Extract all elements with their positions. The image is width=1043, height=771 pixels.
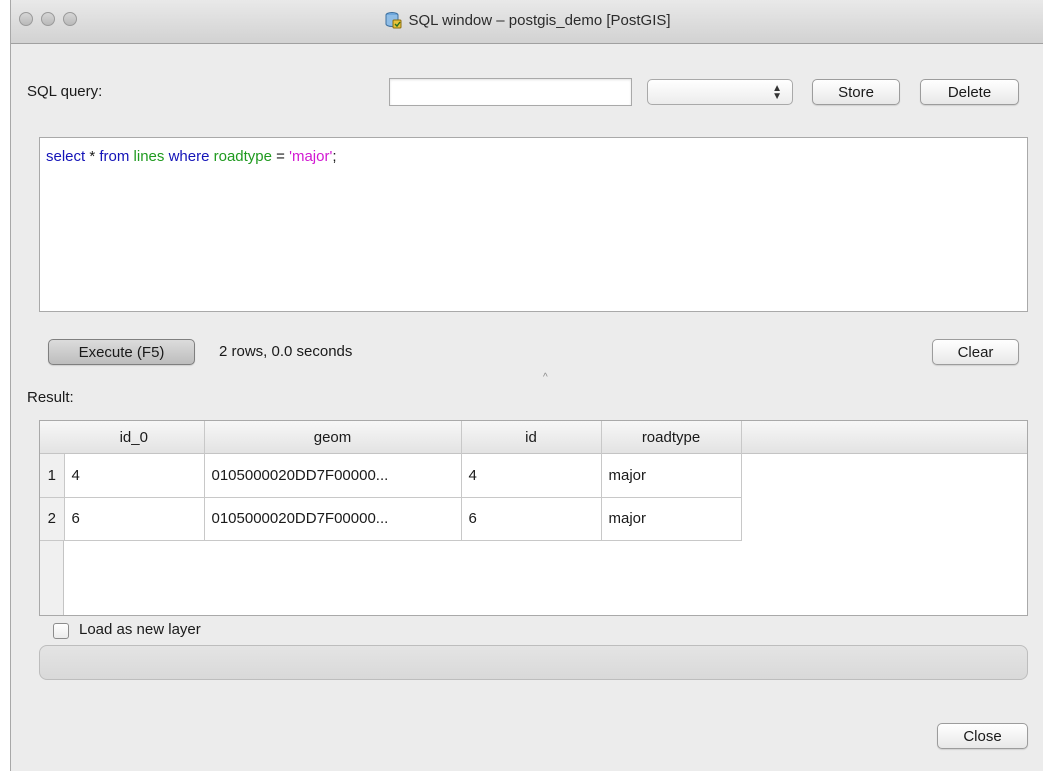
sql-token: ; (332, 148, 337, 165)
row-number[interactable]: 2 (40, 497, 65, 541)
results-grid: id_0 geom id roadtype 1 4 0105000020DD7F… (40, 421, 742, 541)
title-bar: SQL window – postgis_demo [PostGIS] (11, 0, 1043, 44)
row-number[interactable]: 1 (40, 454, 65, 498)
corner-cell (40, 421, 64, 454)
sql-token: where (168, 148, 210, 165)
result-label: Result: (27, 389, 74, 406)
execute-button[interactable]: Execute (F5) (48, 339, 195, 365)
column-header[interactable]: geom (204, 421, 462, 454)
store-button[interactable]: Store (812, 79, 900, 105)
sql-token: 'major' (289, 148, 333, 165)
execution-status: 2 rows, 0.0 seconds (219, 343, 353, 360)
clear-button[interactable]: Clear (932, 339, 1019, 365)
stored-queries-select[interactable]: ▲ ▼ (647, 79, 793, 105)
sql-token: from (99, 148, 130, 165)
sql-token: roadtype (213, 148, 272, 165)
close-button[interactable]: Close (937, 723, 1028, 749)
sql-token: * (85, 148, 100, 165)
sql-query-label: SQL query: (27, 83, 103, 100)
results-table[interactable]: id_0 geom id roadtype 1 4 0105000020DD7F… (39, 420, 1028, 616)
splitter-handle[interactable]: ^ (543, 372, 548, 383)
column-header[interactable]: id (461, 421, 602, 454)
layer-options-panel (39, 645, 1028, 680)
sql-token: lines (133, 148, 165, 165)
table-row[interactable]: 1 4 0105000020DD7F00000... 4 major (40, 454, 742, 498)
table-cell[interactable]: 0105000020DD7F00000... (204, 454, 462, 498)
load-as-layer-checkbox[interactable] (53, 623, 69, 639)
table-cell[interactable]: 6 (64, 497, 205, 541)
table-row[interactable]: 2 6 0105000020DD7F00000... 6 major (40, 497, 742, 541)
updown-chevron-icon: ▲ ▼ (772, 83, 782, 102)
table-cell[interactable]: 6 (461, 497, 602, 541)
column-header[interactable]: roadtype (601, 421, 742, 454)
column-header[interactable]: id_0 (64, 421, 205, 454)
table-cell[interactable]: 4 (64, 454, 205, 498)
table-cell[interactable]: 4 (461, 454, 602, 498)
window-title: SQL window – postgis_demo [PostGIS] (11, 11, 1043, 29)
window-title-text: SQL window – postgis_demo [PostGIS] (408, 11, 671, 29)
sql-window: SQL window – postgis_demo [PostGIS] SQL … (10, 0, 1043, 771)
sql-editor[interactable]: select * from lines where roadtype = 'ma… (39, 137, 1028, 312)
database-sql-icon (385, 12, 402, 29)
table-cell[interactable]: major (601, 497, 742, 541)
table-cell[interactable]: 0105000020DD7F00000... (204, 497, 462, 541)
load-as-layer-label: Load as new layer (79, 621, 201, 638)
sql-token: = (271, 148, 290, 165)
delete-button[interactable]: Delete (920, 79, 1019, 105)
table-cell[interactable]: major (601, 454, 742, 498)
sql-token: select (46, 148, 86, 165)
query-name-input[interactable] (389, 78, 632, 106)
sql-text: select * from lines where roadtype = 'ma… (46, 148, 337, 165)
